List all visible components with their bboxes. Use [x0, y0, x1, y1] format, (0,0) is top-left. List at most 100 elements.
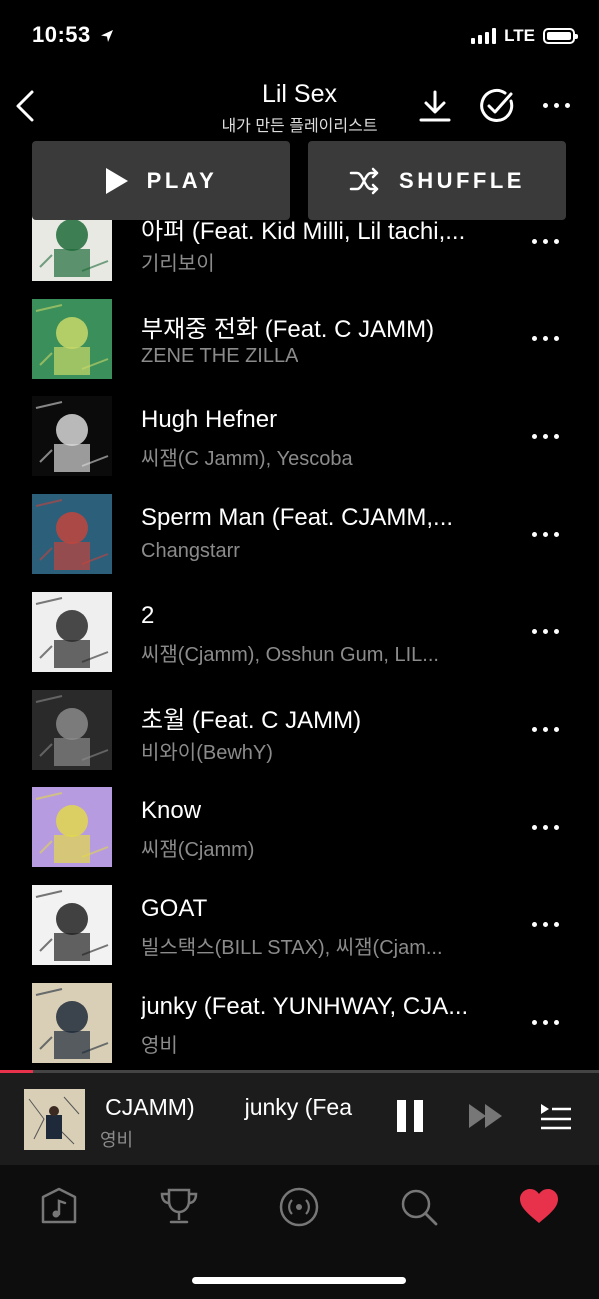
more-dot-icon	[543, 238, 548, 244]
track-more-button[interactable]	[532, 724, 568, 736]
more-dot-icon	[554, 433, 559, 439]
more-dot-icon	[543, 102, 548, 108]
status-time-text: 10:53	[32, 22, 91, 47]
queue-button[interactable]	[540, 1103, 572, 1136]
next-track-button[interactable]	[468, 1102, 504, 1135]
track-artist: 비와이(BewhY)	[141, 741, 273, 764]
track-artist: 씨잼(Cjamm), Osshun Gum, LIL...	[141, 643, 439, 666]
more-dot-icon	[565, 102, 570, 108]
track-title: 2	[141, 601, 155, 629]
home-indicator[interactable]	[192, 1277, 406, 1284]
status-indicators: LTE	[471, 26, 578, 46]
more-dot-icon	[543, 629, 548, 635]
heart-icon	[520, 1189, 558, 1223]
more-dot-icon	[554, 336, 559, 342]
track-more-button[interactable]	[532, 919, 568, 931]
now-playing-title: /, CJAMM)junky (Fea	[100, 1094, 375, 1124]
shuffle-icon	[349, 167, 379, 194]
track-row[interactable]: 2 씨잼(Cjamm), Osshun Gum, LIL...	[0, 591, 599, 690]
tab-library[interactable]	[40, 1187, 78, 1230]
track-more-button[interactable]	[532, 528, 568, 540]
track-row[interactable]: Know 씨잼(Cjamm)	[0, 787, 599, 885]
track-artist: ZENE THE ZILLA	[141, 344, 299, 367]
play-button[interactable]: PLAY	[32, 141, 290, 220]
pause-button[interactable]	[397, 1100, 427, 1134]
album-art-junky-icon	[24, 1089, 85, 1150]
album-art-image-icon	[32, 494, 112, 575]
track-row[interactable]: GOAT 빌스택스(BILL STAX), 씨잼(Cjam...	[0, 884, 599, 983]
tab-charts[interactable]	[159, 1187, 199, 1230]
more-dot-icon	[532, 922, 537, 928]
now-playing-title-part: junky (Fea	[244, 1094, 352, 1120]
more-dot-icon	[532, 531, 537, 537]
more-dot-icon	[532, 629, 537, 635]
album-art-image-icon	[32, 591, 112, 672]
tab-search[interactable]	[399, 1187, 439, 1232]
more-dot-icon	[554, 824, 559, 830]
track-artist: Changstarr	[141, 540, 240, 563]
pause-bar-icon	[397, 1100, 406, 1132]
music-note-box-icon	[41, 1187, 77, 1224]
more-dot-icon	[554, 531, 559, 537]
track-row[interactable]: 초월 (Feat. C JAMM) 비와이(BewhY)	[0, 689, 599, 788]
track-more-button[interactable]	[532, 1017, 568, 1029]
network-label: LTE	[504, 26, 535, 45]
more-dot-icon	[543, 531, 548, 537]
play-icon	[105, 167, 128, 194]
track-artist: 빌스택스(BILL STAX), 씨잼(Cjam...	[141, 936, 443, 959]
album-art-image-icon	[32, 982, 112, 1063]
more-dot-icon	[532, 824, 537, 830]
track-row[interactable]: Sperm Man (Feat. CJAMM,... Changstarr	[0, 494, 599, 592]
track-title: Hugh Hefner	[141, 406, 278, 434]
track-row[interactable]: Hugh Hefner 씨잼(C Jamm), Yescoba	[0, 396, 599, 494]
track-more-button[interactable]	[532, 626, 568, 638]
album-art-image-icon	[32, 396, 112, 477]
album-art	[32, 689, 112, 770]
track-title: Know	[141, 797, 202, 825]
shuffle-button[interactable]: SHUFFLE	[308, 141, 566, 220]
more-dot-icon	[543, 433, 548, 439]
play-label: PLAY	[146, 167, 218, 193]
track-more-button[interactable]	[532, 235, 568, 247]
more-options-button[interactable]	[543, 100, 577, 110]
track-more-button[interactable]	[532, 430, 568, 442]
more-dot-icon	[554, 629, 559, 635]
broadcast-icon	[279, 1187, 319, 1227]
track-title: Sperm Man (Feat. CJAMM,...	[141, 504, 454, 532]
track-row[interactable]: junky (Feat. YUNHWAY, CJA... 영비	[0, 982, 599, 1081]
more-dot-icon	[554, 922, 559, 928]
select-button[interactable]	[478, 87, 516, 125]
more-dot-icon	[532, 238, 537, 244]
album-art	[32, 982, 112, 1063]
now-playing-artwork[interactable]	[24, 1089, 85, 1150]
album-art	[32, 884, 112, 965]
album-art	[32, 396, 112, 477]
track-row[interactable]: 부재중 전화 (Feat. C JAMM) ZENE THE ZILLA	[0, 298, 599, 397]
more-dot-icon	[554, 238, 559, 244]
album-art	[32, 591, 112, 672]
album-art	[32, 787, 112, 868]
more-dot-icon	[554, 1020, 559, 1026]
tab-favorites[interactable]	[519, 1189, 559, 1230]
track-more-button[interactable]	[532, 333, 568, 345]
more-dot-icon	[543, 824, 548, 830]
track-title: 부재중 전화 (Feat. C JAMM)	[141, 315, 435, 343]
battery-icon	[543, 28, 578, 44]
status-time: 10:53	[32, 22, 115, 48]
download-button[interactable]	[416, 88, 454, 124]
more-dot-icon	[543, 922, 548, 928]
more-dot-icon	[543, 727, 548, 732]
playback-progress	[0, 1070, 599, 1073]
track-title: junky (Feat. YUNHWAY, CJA...	[141, 992, 469, 1020]
track-more-button[interactable]	[532, 821, 568, 833]
more-dot-icon	[554, 727, 559, 732]
album-art	[32, 494, 112, 575]
check-circle-icon	[480, 88, 514, 122]
shuffle-label: SHUFFLE	[399, 167, 525, 193]
track-artist: 씨잼(C Jamm), Yescoba	[141, 448, 353, 471]
fast-forward-icon	[469, 1104, 502, 1128]
search-icon	[401, 1189, 438, 1226]
more-dot-icon	[532, 1020, 537, 1026]
mini-player[interactable]: /, CJAMM)junky (Fea 영비	[0, 1070, 599, 1165]
tab-radio[interactable]	[279, 1187, 319, 1232]
